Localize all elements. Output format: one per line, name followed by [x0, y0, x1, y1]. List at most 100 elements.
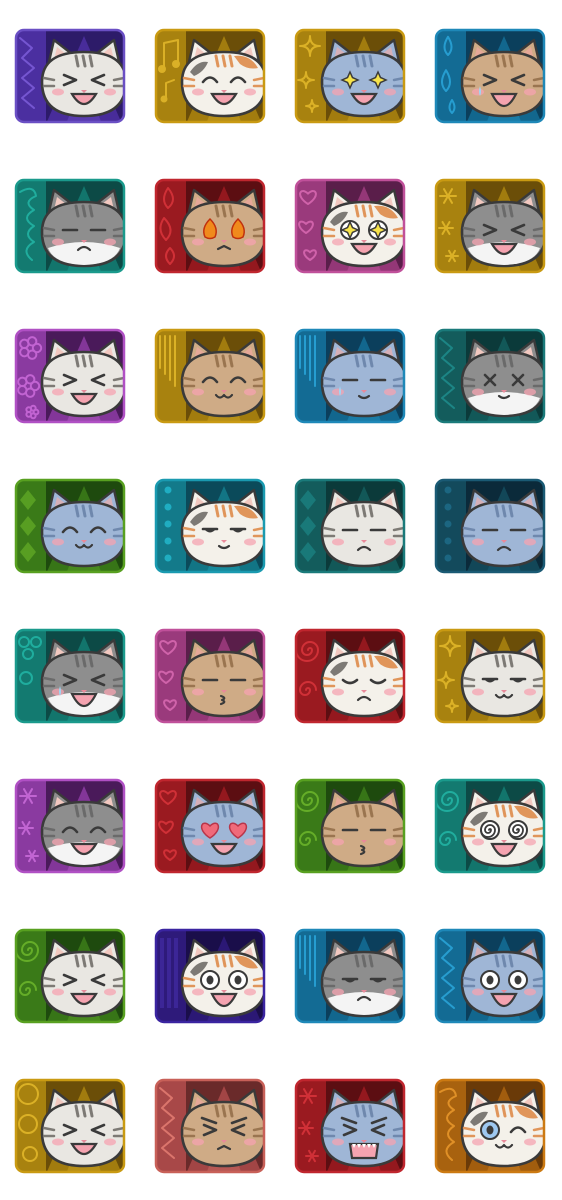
cat-blush — [52, 538, 64, 546]
sticker-angry-30[interactable] — [154, 1078, 266, 1174]
sticker-art — [294, 778, 406, 874]
sticker-frown-5[interactable] — [14, 178, 126, 274]
sticker-laugh-1[interactable] — [14, 28, 126, 124]
cat-blush — [52, 688, 64, 696]
cat-face — [180, 1088, 264, 1168]
cat-face — [320, 638, 404, 718]
sticker-art — [154, 478, 266, 574]
sticker-art — [154, 928, 266, 1024]
cat-blush — [52, 1138, 64, 1146]
cat-blush — [472, 238, 484, 246]
sticker-pout-15[interactable] — [294, 478, 406, 574]
sticker-giggle-9[interactable] — [14, 328, 126, 424]
sticker-shock-28[interactable] — [434, 928, 546, 1024]
cat-blush — [52, 388, 64, 396]
cat-blush — [332, 538, 344, 546]
cat-face — [40, 638, 124, 718]
cat-face — [460, 188, 544, 268]
sticker-grumpy-27[interactable] — [294, 928, 406, 1024]
cat-face — [320, 1088, 404, 1168]
sticker-grin-21[interactable] — [14, 778, 126, 874]
cat-blush — [192, 238, 204, 246]
sticker-rage-31[interactable] — [294, 1078, 406, 1174]
sticker-wink-32[interactable] — [434, 1078, 546, 1174]
cat-blush — [332, 1138, 344, 1146]
cat-blush — [52, 88, 64, 96]
sticker-dizzy-x-12[interactable] — [434, 328, 546, 424]
sticker-kiss-18[interactable] — [154, 628, 266, 724]
sticker-dizzy-24[interactable] — [434, 778, 546, 874]
cat-blush — [52, 238, 64, 246]
cat-face — [180, 188, 264, 268]
sticker-art — [154, 778, 266, 874]
sticker-art — [294, 478, 406, 574]
cat-face — [180, 788, 264, 868]
cat-blush — [52, 988, 64, 996]
sticker-cry-4[interactable] — [434, 28, 546, 124]
sticker-kiss-23[interactable] — [294, 778, 406, 874]
sticker-art — [14, 178, 126, 274]
cat-face — [40, 1088, 124, 1168]
cat-face — [180, 938, 264, 1018]
cat-face — [320, 938, 404, 1018]
sticker-joy-2[interactable] — [154, 28, 266, 124]
sticker-art — [294, 28, 406, 124]
sticker-sad-19[interactable] — [294, 628, 406, 724]
cat-blush — [192, 988, 204, 996]
sticker-art — [434, 28, 546, 124]
sticker-art — [434, 328, 546, 424]
sticker-smirk-20[interactable] — [434, 628, 546, 724]
cat-face — [40, 488, 124, 568]
sticker-laugh-29[interactable] — [14, 1078, 126, 1174]
cat-blush — [192, 688, 204, 696]
cat-face — [320, 338, 404, 418]
cat-face — [180, 638, 264, 718]
sticker-art — [294, 1078, 406, 1174]
cat-face — [460, 638, 544, 718]
cat-blush — [192, 838, 204, 846]
sticker-annoyed-16[interactable] — [434, 478, 546, 574]
sticker-star-eyes-3[interactable] — [294, 28, 406, 124]
cat-blush — [472, 538, 484, 546]
sticker-laugh-8[interactable] — [434, 178, 546, 274]
sticker-wail-17[interactable] — [14, 628, 126, 724]
cat-face — [180, 338, 264, 418]
sticker-art — [294, 928, 406, 1024]
sticker-sparkle-eyes-7[interactable] — [294, 178, 406, 274]
cat-face — [320, 488, 404, 568]
sticker-art — [14, 328, 126, 424]
cat-blush — [332, 988, 344, 996]
cat-face — [40, 38, 124, 118]
sticker-art — [154, 628, 266, 724]
sticker-unimpressed-14[interactable] — [154, 478, 266, 574]
sticker-art — [154, 178, 266, 274]
sticker-art — [14, 628, 126, 724]
cat-blush — [472, 838, 484, 846]
sticker-smug-13[interactable] — [14, 478, 126, 574]
cat-face — [460, 938, 544, 1018]
sticker-art — [14, 28, 126, 124]
decoration-diamonds — [20, 490, 36, 562]
sticker-fire-eyes-6[interactable] — [154, 178, 266, 274]
sticker-art — [294, 178, 406, 274]
cat-blush — [472, 1138, 484, 1146]
sticker-art — [434, 778, 546, 874]
sticker-heart-eyes-22[interactable] — [154, 778, 266, 874]
cat-face — [40, 188, 124, 268]
sticker-laugh-25[interactable] — [14, 928, 126, 1024]
cat-blush — [192, 388, 204, 396]
cat-blush — [192, 88, 204, 96]
cat-blush — [332, 388, 344, 396]
sticker-art — [154, 28, 266, 124]
sticker-sleepy-11[interactable] — [294, 328, 406, 424]
cat-blush — [332, 238, 344, 246]
sticker-art — [434, 628, 546, 724]
cat-blush — [192, 538, 204, 546]
sticker-art — [294, 328, 406, 424]
sticker-content-10[interactable] — [154, 328, 266, 424]
sticker-art — [14, 928, 126, 1024]
cat-face — [460, 38, 544, 118]
sticker-shock-26[interactable] — [154, 928, 266, 1024]
cat-face — [180, 488, 264, 568]
cat-face — [460, 338, 544, 418]
